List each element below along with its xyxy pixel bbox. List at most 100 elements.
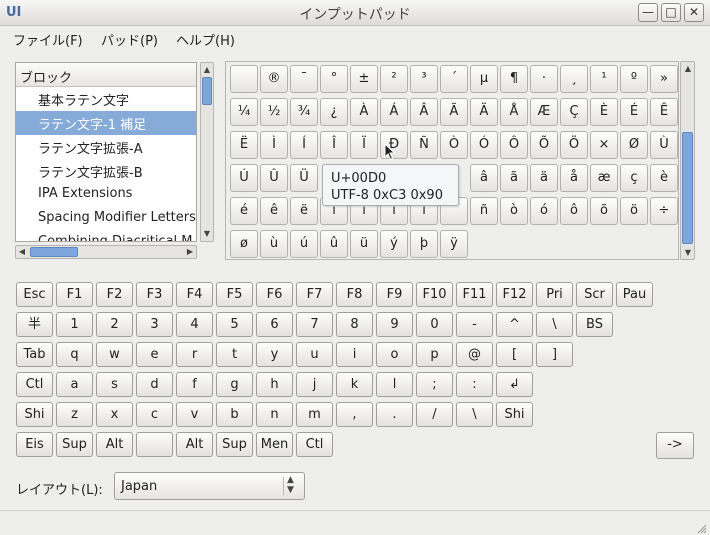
key-button[interactable]: Shi — [16, 402, 53, 427]
block-list-item[interactable]: ラテン文字-1 補足 — [16, 111, 196, 135]
key-button[interactable]: h — [256, 372, 293, 397]
key-button[interactable]: y — [256, 342, 293, 367]
key-button[interactable]: F12 — [496, 282, 533, 307]
key-button[interactable]: v — [176, 402, 213, 427]
char-button[interactable]: ê — [260, 197, 288, 225]
char-button[interactable]: ü — [350, 230, 378, 258]
key-button[interactable]: Men — [256, 432, 293, 457]
char-button[interactable]: Ú — [230, 164, 258, 192]
key-button[interactable]: Alt — [96, 432, 133, 457]
key-button[interactable]: q — [56, 342, 93, 367]
key-button[interactable]: b — [216, 402, 253, 427]
key-button[interactable]: ↲ — [496, 372, 533, 397]
block-list-vertical-scrollbar[interactable]: ▲ ▼ — [200, 62, 214, 242]
key-button[interactable]: u — [296, 342, 333, 367]
key-button[interactable]: ; — [416, 372, 453, 397]
key-button[interactable]: p — [416, 342, 453, 367]
key-button[interactable]: Pau — [616, 282, 653, 307]
char-button[interactable]: Ã — [440, 98, 468, 126]
close-button[interactable]: ✕ — [684, 3, 704, 22]
char-button[interactable]: ¸ — [560, 65, 588, 93]
char-button[interactable]: ë — [290, 197, 318, 225]
key-button[interactable]: Ctl — [296, 432, 333, 457]
scroll-right-icon[interactable]: ▶ — [184, 247, 196, 257]
key-button[interactable]: F10 — [416, 282, 453, 307]
char-button[interactable]: ³ — [410, 65, 438, 93]
char-button[interactable]: ¯ — [290, 65, 318, 93]
scroll-thumb[interactable] — [682, 132, 693, 244]
key-button[interactable]: F5 — [216, 282, 253, 307]
key-button[interactable]: [ — [496, 342, 533, 367]
scroll-thumb[interactable] — [202, 77, 212, 105]
key-button[interactable] — [136, 432, 173, 457]
key-button[interactable]: d — [136, 372, 173, 397]
char-button[interactable]: Ç — [560, 98, 588, 126]
key-button[interactable]: ] — [536, 342, 573, 367]
key-button[interactable]: 8 — [336, 312, 373, 337]
key-button[interactable]: Shi — [496, 402, 533, 427]
key-button[interactable]: ^ — [496, 312, 533, 337]
char-button[interactable]: Á — [380, 98, 408, 126]
char-button[interactable]: è — [650, 164, 678, 192]
char-button[interactable]: Í — [290, 131, 318, 159]
char-button[interactable]: ¼ — [230, 98, 258, 126]
char-button[interactable]: þ — [410, 230, 438, 258]
key-button[interactable]: f — [176, 372, 213, 397]
block-list-item[interactable]: ラテン文字拡張-B — [16, 159, 196, 183]
key-button[interactable]: Scr — [576, 282, 613, 307]
char-button[interactable]: Ò — [440, 131, 468, 159]
key-button[interactable]: F9 — [376, 282, 413, 307]
key-button[interactable]: . — [376, 402, 413, 427]
key-button[interactable]: F3 — [136, 282, 173, 307]
menu-pad[interactable]: パッド(P) — [101, 30, 158, 49]
char-button[interactable]: ¶ — [500, 65, 528, 93]
key-button[interactable]: F4 — [176, 282, 213, 307]
key-button[interactable]: Sup — [216, 432, 253, 457]
key-button[interactable]: j — [296, 372, 333, 397]
key-button[interactable]: - — [456, 312, 493, 337]
key-button[interactable]: c — [136, 402, 173, 427]
char-button[interactable]: × — [590, 131, 618, 159]
char-button[interactable]: ½ — [260, 98, 288, 126]
char-button[interactable]: Ô — [500, 131, 528, 159]
key-button[interactable]: Esc — [16, 282, 53, 307]
scroll-up-icon[interactable]: ▲ — [682, 64, 694, 74]
key-button[interactable]: 4 — [176, 312, 213, 337]
char-button[interactable]: · — [530, 65, 558, 93]
char-button[interactable]: å — [560, 164, 588, 192]
key-button[interactable]: w — [96, 342, 133, 367]
char-button[interactable]: Ü — [290, 164, 318, 192]
char-button[interactable]: ² — [380, 65, 408, 93]
key-button[interactable]: Pri — [536, 282, 573, 307]
char-button[interactable]: µ — [470, 65, 498, 93]
scroll-down-icon[interactable]: ▼ — [201, 229, 213, 239]
char-button[interactable]: À — [350, 98, 378, 126]
key-button[interactable]: Sup — [56, 432, 93, 457]
key-button[interactable]: \ — [456, 402, 493, 427]
char-button[interactable]: Û — [260, 164, 288, 192]
char-button[interactable]: ä — [530, 164, 558, 192]
scroll-thumb[interactable] — [30, 247, 78, 257]
char-button[interactable]: » — [650, 65, 678, 93]
key-button[interactable]: 9 — [376, 312, 413, 337]
char-button[interactable]: ò — [500, 197, 528, 225]
char-button[interactable]: ° — [320, 65, 348, 93]
char-button[interactable]: ÷ — [650, 197, 678, 225]
char-button[interactable]: Õ — [530, 131, 558, 159]
char-button[interactable] — [230, 65, 258, 93]
char-button[interactable]: Ö — [560, 131, 588, 159]
key-button[interactable]: n — [256, 402, 293, 427]
key-button[interactable]: l — [376, 372, 413, 397]
key-button[interactable]: g — [216, 372, 253, 397]
key-button[interactable]: e — [136, 342, 173, 367]
char-button[interactable]: Ä — [470, 98, 498, 126]
scroll-left-icon[interactable]: ◀ — [16, 247, 28, 257]
char-button[interactable]: ô — [560, 197, 588, 225]
key-button[interactable]: : — [456, 372, 493, 397]
key-button[interactable]: 半 — [16, 312, 53, 337]
char-button[interactable]: Ó — [470, 131, 498, 159]
block-list-item[interactable]: Combining Diacritical M — [16, 231, 196, 241]
key-button[interactable]: i — [336, 342, 373, 367]
char-button[interactable]: ñ — [470, 197, 498, 225]
key-button[interactable]: m — [296, 402, 333, 427]
